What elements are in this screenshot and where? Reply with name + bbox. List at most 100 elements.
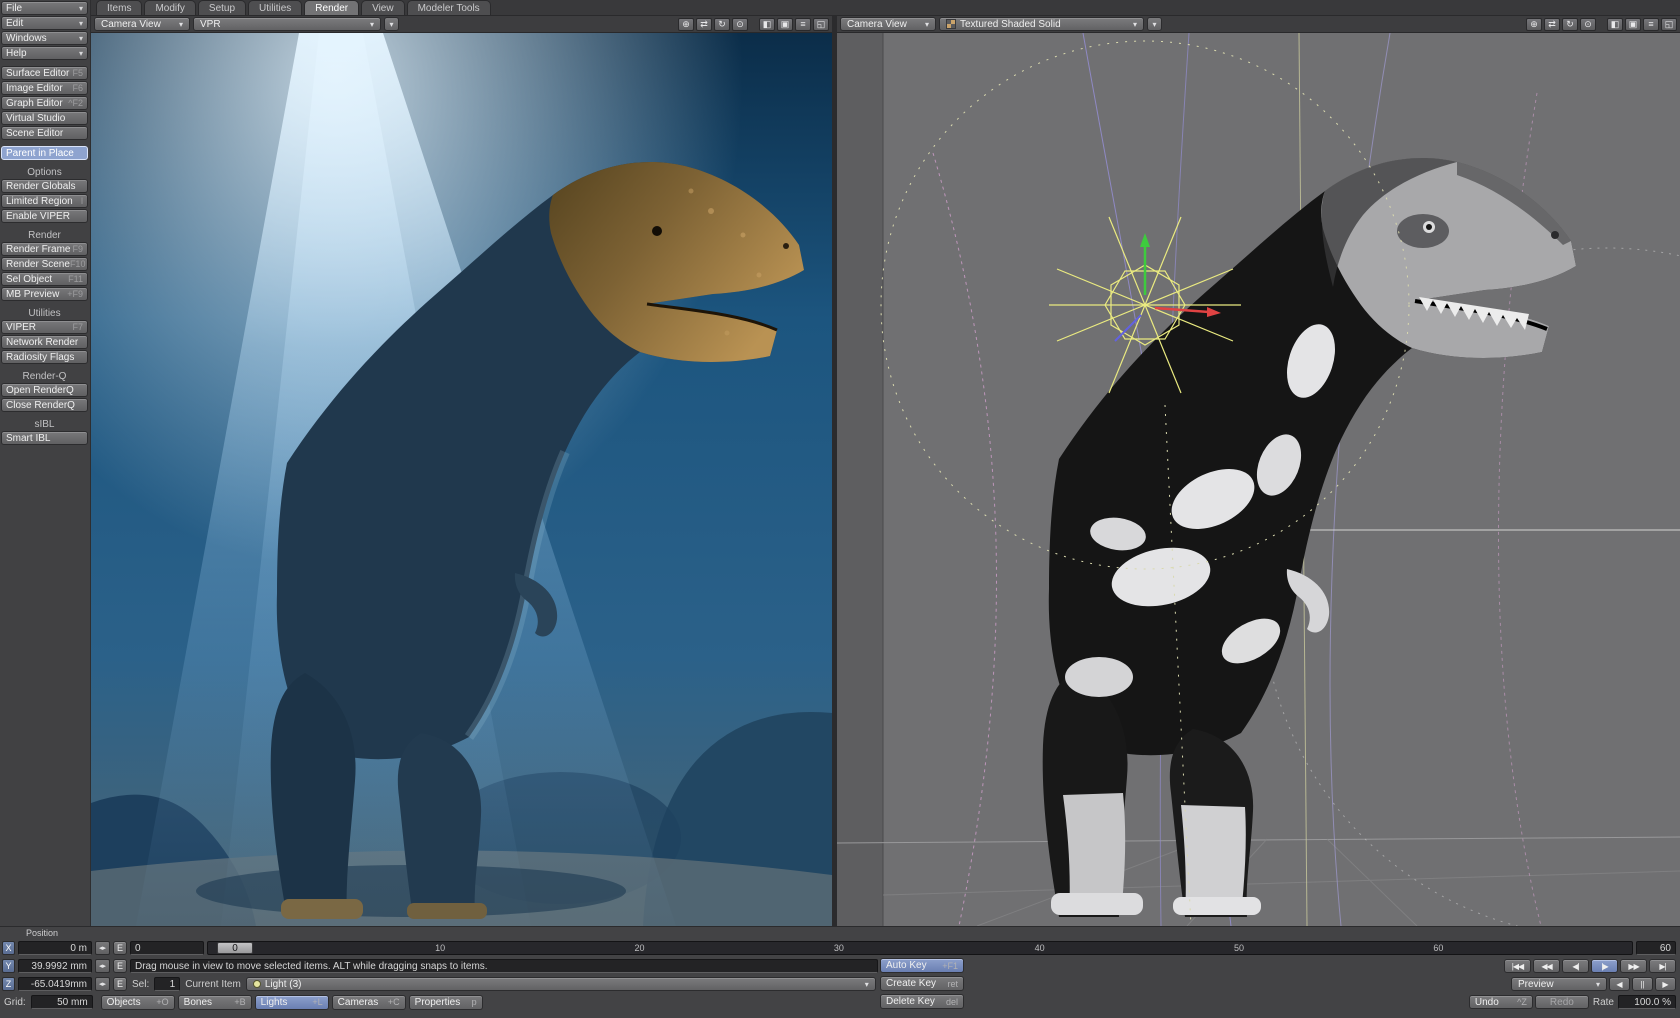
current-frame-field[interactable]: 0 (130, 941, 204, 955)
render-mode-dropdown-right[interactable]: Textured Shaded Solid (939, 17, 1144, 31)
x-axis-badge[interactable]: X (2, 941, 15, 955)
x-envelope-button[interactable]: E (113, 941, 127, 955)
sidebar-graph-editor[interactable]: Graph Editor^F2 (1, 96, 88, 110)
z-envelope-button[interactable]: E (113, 977, 127, 991)
delete-key-button[interactable]: Delete Keydel (880, 994, 964, 1009)
viewport-menu-icon[interactable]: ≡ (1643, 18, 1659, 31)
center-selected-icon[interactable]: ⊕ (678, 18, 694, 31)
maximize-viewport-icon[interactable]: ◱ (813, 18, 829, 31)
rate-field[interactable]: 100.0 % (1618, 995, 1676, 1009)
tab-setup[interactable]: Setup (198, 0, 246, 15)
tab-modify[interactable]: Modify (144, 0, 195, 15)
history-controls: Undo^Z Redo Rate 100.0 % (1469, 994, 1676, 1010)
viewport-preset-arrow-right[interactable] (1147, 17, 1162, 31)
menu-file[interactable]: File▾ (1, 1, 88, 15)
end-frame-field[interactable]: 60 (1636, 941, 1676, 955)
sidebar-network-render[interactable]: Network Render (1, 335, 88, 349)
sidebar-mb-preview[interactable]: MB Preview+F9 (1, 287, 88, 301)
invert-view-icon[interactable]: ◧ (1607, 18, 1623, 31)
preview-step-back-button[interactable]: ◀ (1609, 977, 1630, 991)
go-start-button[interactable]: |◀◀ (1504, 959, 1531, 973)
snapshot-icon[interactable]: ▣ (1625, 18, 1641, 31)
invert-view-icon[interactable]: ◧ (759, 18, 775, 31)
x-spinner[interactable]: ◂▸ (95, 941, 110, 955)
sidebar-virtual-studio[interactable]: Virtual Studio (1, 111, 88, 125)
sidebar-enable-viper[interactable]: Enable VIPER (1, 209, 88, 223)
zoom-view-icon[interactable]: ⊙ (1580, 18, 1596, 31)
section-header-render: Render (1, 229, 88, 241)
z-axis-badge[interactable]: Z (2, 977, 15, 991)
viewport-preset-arrow-left[interactable] (384, 17, 399, 31)
viewport-menu-icon[interactable]: ≡ (795, 18, 811, 31)
tab-view[interactable]: View (361, 0, 405, 15)
pan-view-icon[interactable]: ⇄ (696, 18, 712, 31)
sidebar-limited-region[interactable]: Limited Regionl (1, 194, 88, 208)
item-type-objects[interactable]: Objects+O (101, 995, 175, 1010)
sidebar-radiosity-flags[interactable]: Radiosity Flags (1, 350, 88, 364)
tab-items[interactable]: Items (96, 0, 142, 15)
y-envelope-button[interactable]: E (113, 959, 127, 973)
sidebar-close-renderq[interactable]: Close RenderQ (1, 398, 88, 412)
sidebar-image-editor[interactable]: Image EditorF6 (1, 81, 88, 95)
sidebar-open-renderq[interactable]: Open RenderQ (1, 383, 88, 397)
preview-play-button[interactable]: ▶ (1655, 977, 1676, 991)
tab-utilities[interactable]: Utilities (248, 0, 302, 15)
grid-row: Grid: 50 mm Objects+OBones+BLights+LCame… (2, 994, 1676, 1010)
timeline-handle[interactable]: 0 (217, 942, 253, 954)
light-item-icon (253, 980, 261, 988)
y-value-field[interactable]: 39.9992 mm (18, 959, 92, 973)
render-mode-dropdown-left[interactable]: VPR (193, 17, 381, 31)
shaded-view[interactable] (837, 33, 1680, 926)
sidebar-sel-object[interactable]: Sel ObjectF11 (1, 272, 88, 286)
z-value-field[interactable]: -65.0419mm (18, 977, 92, 991)
sel-label: Sel: (130, 979, 151, 990)
sidebar-parent-in-place[interactable]: Parent in Place (1, 146, 88, 160)
item-type-cameras[interactable]: Cameras+C (332, 995, 406, 1010)
sidebar-render-scene[interactable]: Render SceneF10 (1, 257, 88, 271)
create-key-button[interactable]: Create Keyret (880, 976, 964, 991)
y-spinner[interactable]: ◂▸ (95, 959, 110, 973)
pan-view-icon[interactable]: ⇄ (1544, 18, 1560, 31)
rotate-view-icon[interactable]: ↻ (714, 18, 730, 31)
step-back-button[interactable]: ◀| (1562, 959, 1589, 973)
timeline-track[interactable]: 0 0102030405060 (207, 941, 1633, 955)
go-end-button[interactable]: ▶| (1649, 959, 1676, 973)
view-type-dropdown-left[interactable]: Camera View (94, 17, 190, 31)
rotate-view-icon[interactable]: ↻ (1562, 18, 1578, 31)
sidebar-scene-editor[interactable]: Scene Editor (1, 126, 88, 140)
x-value-field[interactable]: 0 m (18, 941, 92, 955)
sidebar-viper[interactable]: VIPERF7 (1, 320, 88, 334)
prev-key-button[interactable]: ◀◀ (1533, 959, 1560, 973)
lightwave-layout-window: ItemsModifySetupUtilitiesRenderViewModel… (0, 0, 1680, 1018)
item-type-properties[interactable]: Propertiesp (409, 995, 483, 1010)
preview-pause-button[interactable]: || (1632, 977, 1653, 991)
view-type-dropdown-right[interactable]: Camera View (840, 17, 936, 31)
redo-button[interactable]: Redo (1535, 995, 1589, 1009)
preview-controls: Preview ◀||▶ (1511, 976, 1676, 992)
sidebar-render-globals[interactable]: Render Globals (1, 179, 88, 193)
fast-forward-button[interactable]: ▶▶ (1620, 959, 1647, 973)
snapshot-icon[interactable]: ▣ (777, 18, 793, 31)
y-axis-badge[interactable]: Y (2, 959, 15, 973)
menu-windows[interactable]: Windows▾ (1, 31, 88, 45)
vpr-render-view[interactable] (91, 33, 832, 926)
current-item-dropdown[interactable]: Light (3) (246, 977, 876, 991)
preview-dropdown[interactable]: Preview (1511, 977, 1607, 991)
sidebar-render-frame[interactable]: Render FrameF9 (1, 242, 88, 256)
zoom-view-icon[interactable]: ⊙ (732, 18, 748, 31)
grid-size-field: 50 mm (31, 995, 93, 1009)
tab-modeler-tools[interactable]: Modeler Tools (407, 0, 491, 15)
menu-help[interactable]: Help▾ (1, 46, 88, 60)
item-type-lights[interactable]: Lights+L (255, 995, 329, 1010)
sidebar-smart-ibl[interactable]: Smart IBL (1, 431, 88, 445)
center-selected-icon[interactable]: ⊕ (1526, 18, 1542, 31)
tab-render[interactable]: Render (304, 0, 359, 15)
menu-edit[interactable]: Edit▾ (1, 16, 88, 30)
undo-button[interactable]: Undo^Z (1469, 995, 1533, 1009)
z-spinner[interactable]: ◂▸ (95, 977, 110, 991)
auto-key-button[interactable]: Auto Key+F1 (880, 958, 964, 973)
item-type-bones[interactable]: Bones+B (178, 995, 252, 1010)
maximize-viewport-icon[interactable]: ◱ (1661, 18, 1677, 31)
play-button[interactable]: |▶ (1591, 959, 1618, 973)
sidebar-surface-editor[interactable]: Surface EditorF5 (1, 66, 88, 80)
